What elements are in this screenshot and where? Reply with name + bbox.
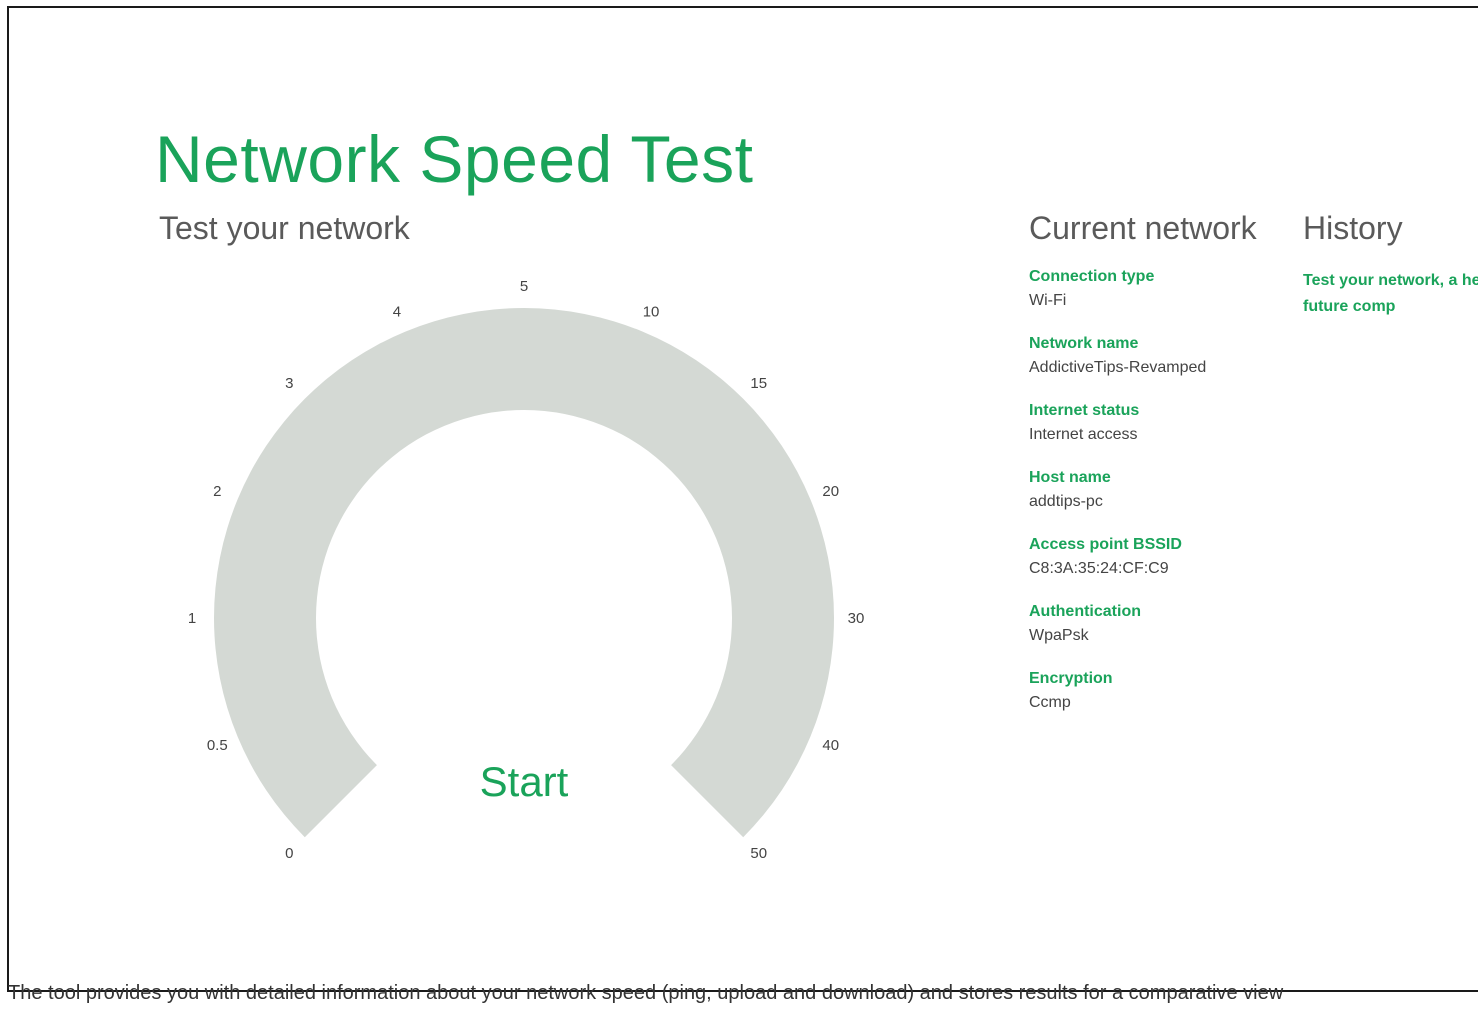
history-heading: History xyxy=(1303,210,1403,246)
screenshot-caption: The tool provides you with detailed info… xyxy=(8,982,1284,1004)
network-info-item: Internet status Internet access xyxy=(1029,398,1289,465)
history-message: Test your network, a here for future com… xyxy=(1303,272,1478,315)
gauge-tick-label: 50 xyxy=(750,845,767,862)
network-info-item: Encryption Ccmp xyxy=(1029,666,1289,733)
speed-gauge: 0 0.5 1 2 3 4 5 10 15 20 30 40 50 Start xyxy=(159,263,879,903)
network-info-value: WpaPsk xyxy=(1029,627,1089,644)
gauge-tick-label: 10 xyxy=(643,303,660,320)
app-title: Network Speed Test xyxy=(155,122,754,196)
network-info-item: Authentication WpaPsk xyxy=(1029,599,1289,666)
gauge-tick-label: 0.5 xyxy=(207,737,228,754)
gauge-tick-label: 3 xyxy=(285,375,293,392)
current-network-heading: Current network xyxy=(1029,210,1257,246)
network-info-value: Internet access xyxy=(1029,426,1138,443)
gauge-tick-label: 5 xyxy=(520,278,528,295)
gauge-tick-label: 15 xyxy=(750,375,767,392)
network-info-item: Network name AddictiveTips-Revamped xyxy=(1029,331,1289,398)
network-info-value: AddictiveTips-Revamped xyxy=(1029,359,1207,376)
network-info-item: Host name addtips-pc xyxy=(1029,465,1289,532)
gauge-svg: 0 0.5 1 2 3 4 5 10 15 20 30 40 50 Start xyxy=(188,278,865,862)
start-button[interactable]: Start xyxy=(480,758,569,805)
gauge-tick-label: 30 xyxy=(848,610,865,627)
network-info-value: addtips-pc xyxy=(1029,493,1103,510)
network-info-value: C8:3A:35:24:CF:C9 xyxy=(1029,560,1169,577)
network-info-item: Connection type Wi-Fi xyxy=(1029,264,1289,331)
network-info-label: Host name xyxy=(1029,469,1111,486)
network-info-label: Internet status xyxy=(1029,402,1140,419)
network-info-label: Network name xyxy=(1029,335,1139,352)
gauge-tick-label: 40 xyxy=(822,737,839,754)
gauge-tick-label: 4 xyxy=(393,303,401,320)
current-network-list: Connection type Wi-Fi Network name Addictiv… xyxy=(1029,264,1289,733)
gauge-tick-label: 1 xyxy=(188,610,196,627)
network-info-label: Encryption xyxy=(1029,670,1113,687)
network-info-value: Ccmp xyxy=(1029,694,1071,711)
network-info-value: Wi-Fi xyxy=(1029,292,1067,309)
network-info-item: Access point BSSID C8:3A:35:24:CF:C9 xyxy=(1029,532,1289,599)
page-subtitle: Test your network xyxy=(159,210,410,246)
network-info-label: Connection type xyxy=(1029,268,1155,285)
app-window: Network Speed Test Test your network 0 0.… xyxy=(7,6,1478,992)
network-info-label: Authentication xyxy=(1029,603,1141,620)
gauge-tick-label: 20 xyxy=(822,483,839,500)
gauge-tick-label: 2 xyxy=(213,483,221,500)
gauge-tick-label: 0 xyxy=(285,845,293,862)
network-info-label: Access point BSSID xyxy=(1029,536,1182,553)
